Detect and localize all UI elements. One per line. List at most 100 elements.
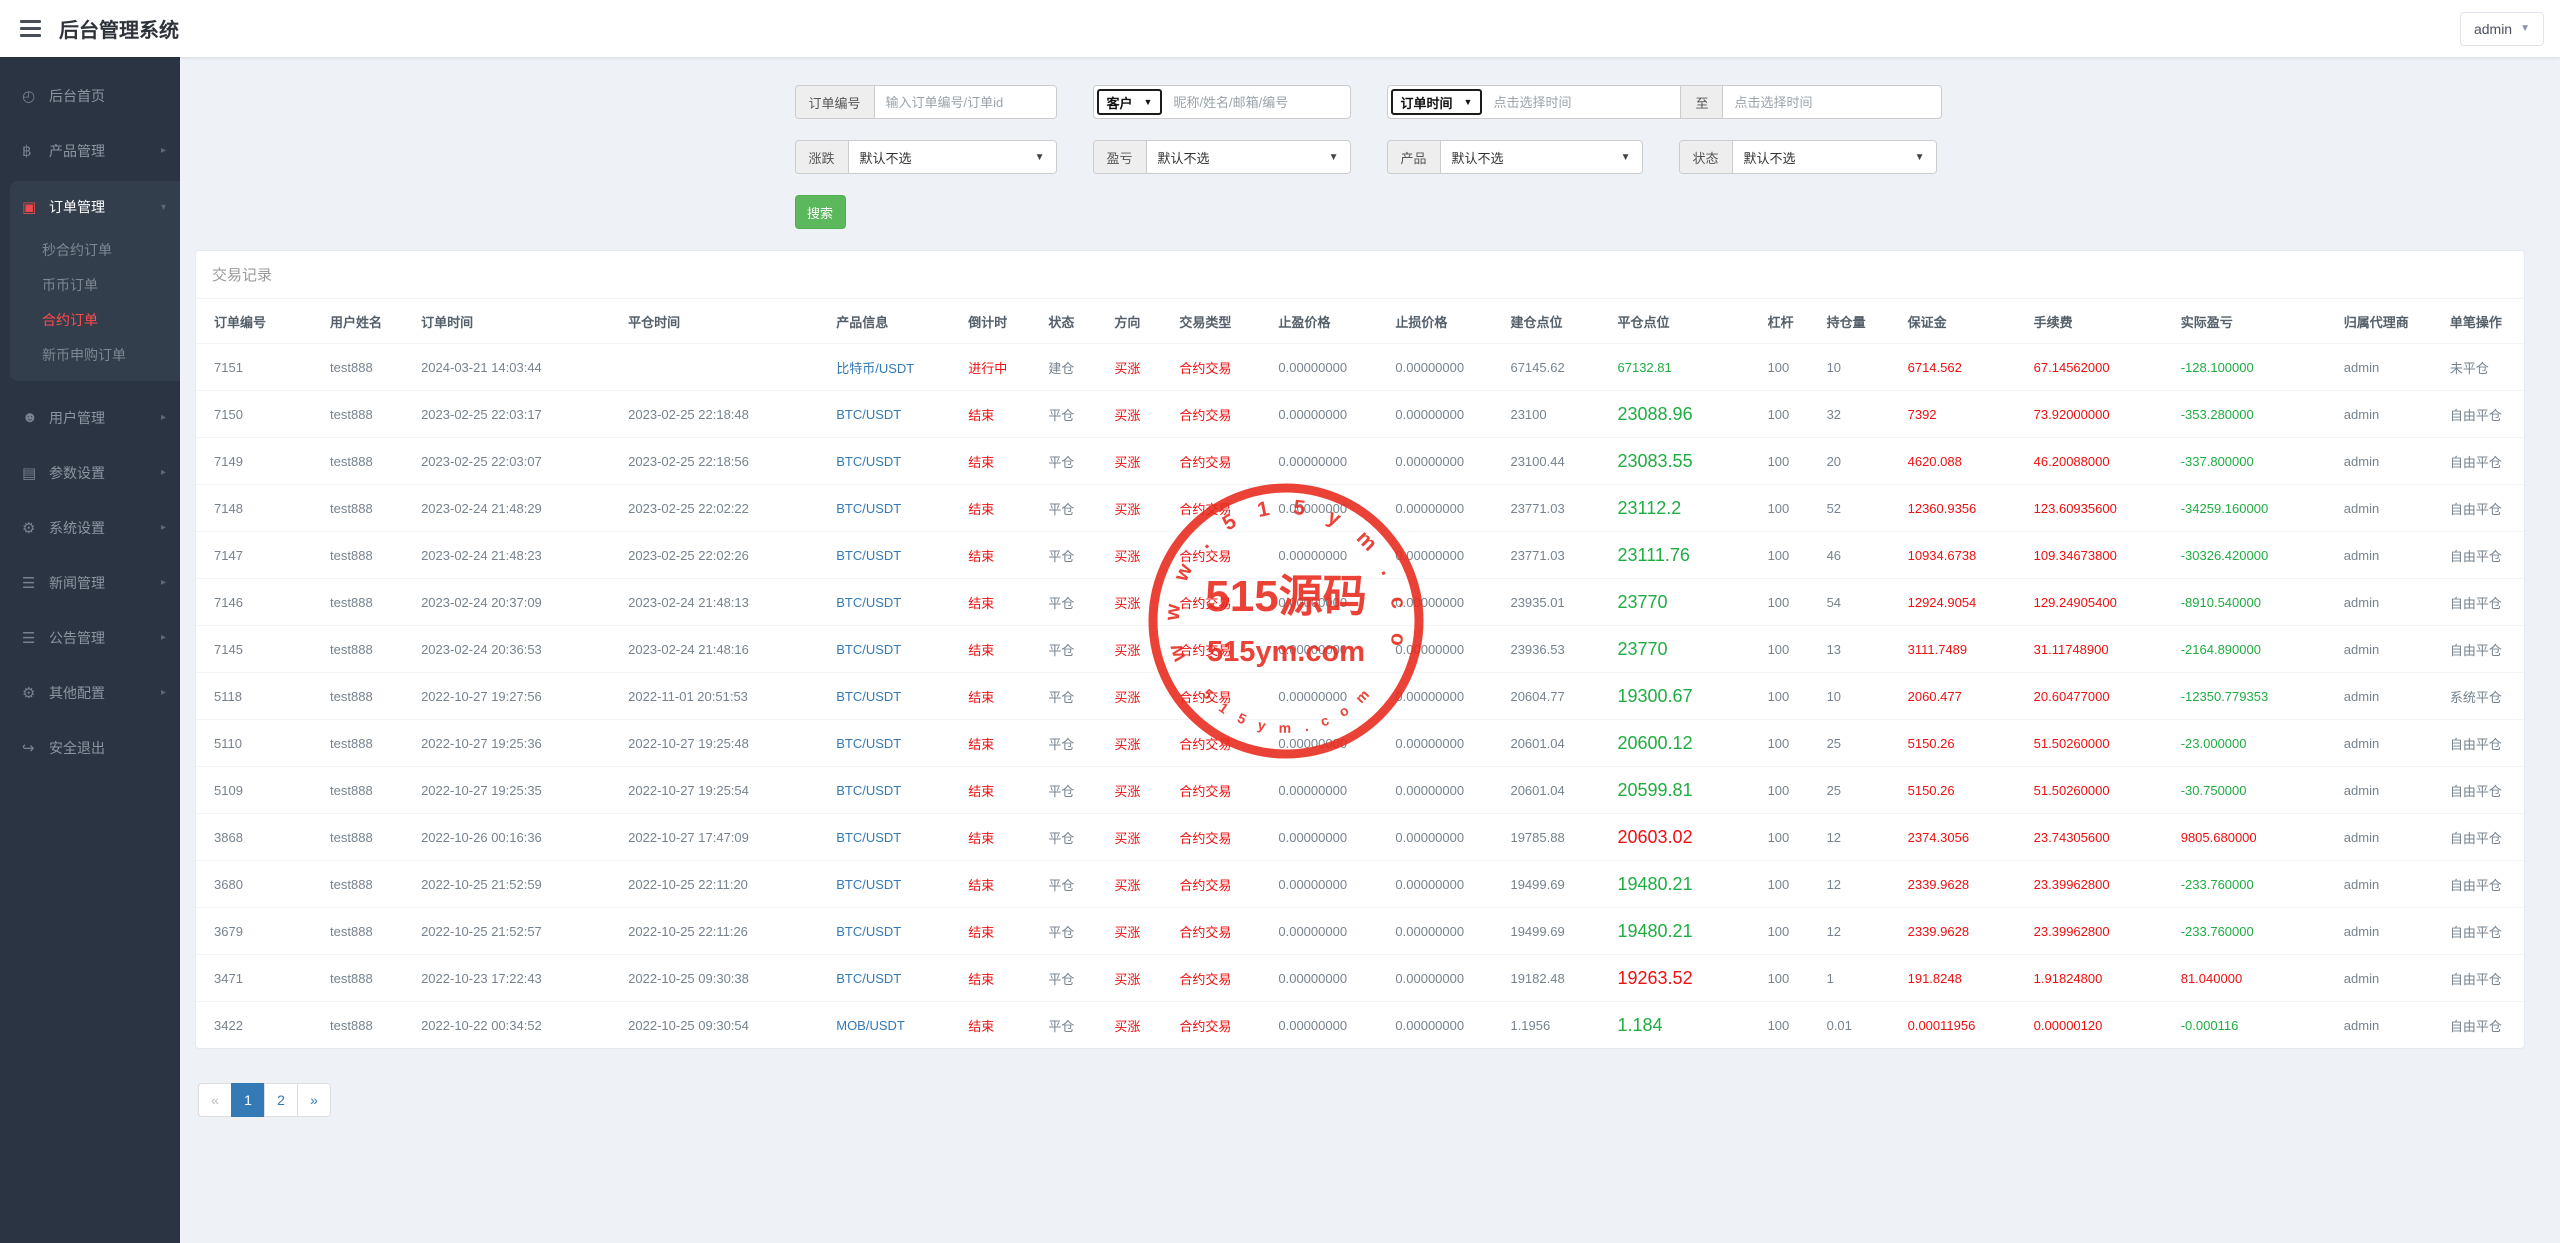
table-row: 7147test8882023-02-24 21:48:232023-02-25… — [196, 532, 2524, 579]
trade-type: 合约交易 — [1171, 438, 1270, 485]
position-amount: 32 — [1819, 391, 1900, 438]
fee: 109.34673800 — [2026, 532, 2173, 579]
sidebar-subitem-新币申购订单[interactable]: 新币申购订单 — [10, 338, 180, 373]
filter-select-涨跌[interactable]: 默认不选▼ — [849, 141, 1056, 173]
sidebar-item-产品管理[interactable]: ฿产品管理▸ — [0, 123, 180, 178]
operation: 自由平仓 — [2442, 720, 2524, 767]
product-link[interactable]: BTC/USDT — [828, 908, 960, 955]
page-button-2[interactable]: 2 — [264, 1083, 298, 1117]
chevron-right-icon: ▸ — [161, 577, 166, 588]
user-name: test888 — [322, 532, 413, 579]
product-link[interactable]: BTC/USDT — [828, 673, 960, 720]
sidebar-item-公告管理[interactable]: ☰公告管理▸ — [0, 610, 180, 665]
profit: -233.760000 — [2173, 908, 2336, 955]
filter-select-group-状态: 状态默认不选▼ — [1679, 140, 1937, 174]
operation: 自由平仓 — [2442, 485, 2524, 532]
product-link[interactable]: BTC/USDT — [828, 814, 960, 861]
dashboard-icon: ◴ — [22, 87, 49, 105]
page-button-«[interactable]: « — [198, 1083, 232, 1117]
stop-loss-price: 0.00000000 — [1387, 908, 1502, 955]
product-link[interactable]: BTC/USDT — [828, 955, 960, 1002]
filter-select-group-涨跌: 涨跌默认不选▼ — [795, 140, 1057, 174]
customer-search-input[interactable] — [1162, 95, 1349, 110]
direction: 买涨 — [1106, 814, 1171, 861]
sidebar-subitem-秒合约订单[interactable]: 秒合约订单 — [10, 233, 180, 268]
customer-select[interactable]: 客户 ▼ — [1097, 89, 1163, 115]
product-link[interactable]: 比特币/USDT — [828, 344, 960, 391]
sidebar-item-订单管理[interactable]: ▣订单管理▾ — [10, 181, 180, 233]
margin: 191.8248 — [1900, 955, 2026, 1002]
sidebar-item-label: 产品管理 — [49, 141, 161, 161]
margin: 3111.7489 — [1900, 626, 2026, 673]
chevron-down-icon: ▼ — [1621, 152, 1631, 163]
close-point: 23088.96 — [1610, 391, 1760, 438]
sidebar-item-其他配置[interactable]: ⚙其他配置▸ — [0, 665, 180, 720]
sidebar-item-新闻管理[interactable]: ☰新闻管理▸ — [0, 555, 180, 610]
bitcoin-icon: ฿ — [22, 142, 49, 160]
countdown: 结束 — [960, 955, 1040, 1002]
product-link[interactable]: BTC/USDT — [828, 861, 960, 908]
user-menu-button[interactable]: admin ▼ — [2460, 12, 2544, 46]
search-button[interactable]: 搜索 — [795, 195, 846, 229]
status: 平仓 — [1040, 579, 1106, 626]
profit: -128.100000 — [2173, 344, 2336, 391]
column-header: 实际盈亏 — [2173, 299, 2336, 344]
trade-type: 合约交易 — [1171, 767, 1270, 814]
product-link[interactable]: BTC/USDT — [828, 720, 960, 767]
table-header-row: 订单编号用户姓名订单时间平仓时间产品信息倒计时状态方向交易类型止盈价格止损价格建… — [196, 299, 2524, 344]
filter-select-产品[interactable]: 默认不选▼ — [1441, 141, 1642, 173]
open-point: 19182.48 — [1502, 955, 1609, 1002]
product-link[interactable]: BTC/USDT — [828, 579, 960, 626]
time-from-input[interactable] — [1482, 95, 1680, 110]
product-link[interactable]: BTC/USDT — [828, 391, 960, 438]
order-id: 5109 — [196, 767, 322, 814]
filter-row-2: 涨跌默认不选▼盈亏默认不选▼产品默认不选▼状态默认不选▼ — [795, 140, 1946, 174]
order-no-input[interactable] — [875, 86, 1057, 118]
table-row: 7146test8882023-02-24 20:37:092023-02-24… — [196, 579, 2524, 626]
countdown: 进行中 — [960, 344, 1040, 391]
filter-select-状态[interactable]: 默认不选▼ — [1733, 141, 1936, 173]
page-button-»[interactable]: » — [297, 1083, 331, 1117]
product-link[interactable]: BTC/USDT — [828, 626, 960, 673]
hamburger-menu-icon[interactable] — [20, 20, 41, 37]
table-row: 3680test8882022-10-25 21:52:592022-10-25… — [196, 861, 2524, 908]
profit: -0.000116 — [2173, 1002, 2336, 1049]
table-row: 7151test8882024-03-21 14:03:44比特币/USDT进行… — [196, 344, 2524, 391]
margin: 12360.9356 — [1900, 485, 2026, 532]
direction: 买涨 — [1106, 673, 1171, 720]
close-point: 23083.55 — [1610, 438, 1760, 485]
stop-loss-price: 0.00000000 — [1387, 814, 1502, 861]
filter-select-盈亏[interactable]: 默认不选▼ — [1147, 141, 1350, 173]
sidebar: ◴后台首页฿产品管理▸▣订单管理▾秒合约订单币币订单合约订单新币申购订单☻用户管… — [0, 57, 180, 1243]
countdown: 结束 — [960, 861, 1040, 908]
open-time: 2022-10-27 19:25:36 — [413, 720, 620, 767]
sidebar-item-系统设置[interactable]: ⚙系统设置▸ — [0, 500, 180, 555]
margin: 2339.9628 — [1900, 861, 2026, 908]
column-header: 用户姓名 — [322, 299, 413, 344]
product-link[interactable]: MOB/USDT — [828, 1002, 960, 1049]
sidebar-item-后台首页[interactable]: ◴后台首页 — [0, 68, 180, 123]
product-link[interactable]: BTC/USDT — [828, 438, 960, 485]
table-row: 5109test8882022-10-27 19:25:352022-10-27… — [196, 767, 2524, 814]
time-to-input[interactable] — [1723, 95, 1940, 110]
filter-section: 订单编号 客户 ▼ 订单时间 ▼ 至 — [795, 85, 1946, 229]
product-link[interactable]: BTC/USDT — [828, 767, 960, 814]
sidebar-item-参数设置[interactable]: ▤参数设置▸ — [0, 445, 180, 500]
agent: admin — [2336, 955, 2442, 1002]
sidebar-subitem-币币订单[interactable]: 币币订单 — [10, 268, 180, 303]
sidebar-item-安全退出[interactable]: ↪安全退出 — [0, 720, 180, 775]
chevron-right-icon: ▸ — [161, 467, 166, 478]
trade-type: 合约交易 — [1171, 485, 1270, 532]
product-link[interactable]: BTC/USDT — [828, 485, 960, 532]
page-button-1[interactable]: 1 — [231, 1083, 265, 1117]
stop-loss-price: 0.00000000 — [1387, 955, 1502, 1002]
product-link[interactable]: BTC/USDT — [828, 532, 960, 579]
trade-type: 合约交易 — [1171, 720, 1270, 767]
chevron-down-icon: ▼ — [1035, 152, 1045, 163]
time-type-select[interactable]: 订单时间 ▼ — [1391, 89, 1483, 115]
status: 平仓 — [1040, 767, 1106, 814]
sidebar-item-用户管理[interactable]: ☻用户管理▸ — [0, 390, 180, 445]
sidebar-subitem-合约订单[interactable]: 合约订单 — [10, 303, 180, 338]
table-row: 7145test8882023-02-24 20:36:532023-02-24… — [196, 626, 2524, 673]
pagination: «12» — [198, 1083, 331, 1117]
